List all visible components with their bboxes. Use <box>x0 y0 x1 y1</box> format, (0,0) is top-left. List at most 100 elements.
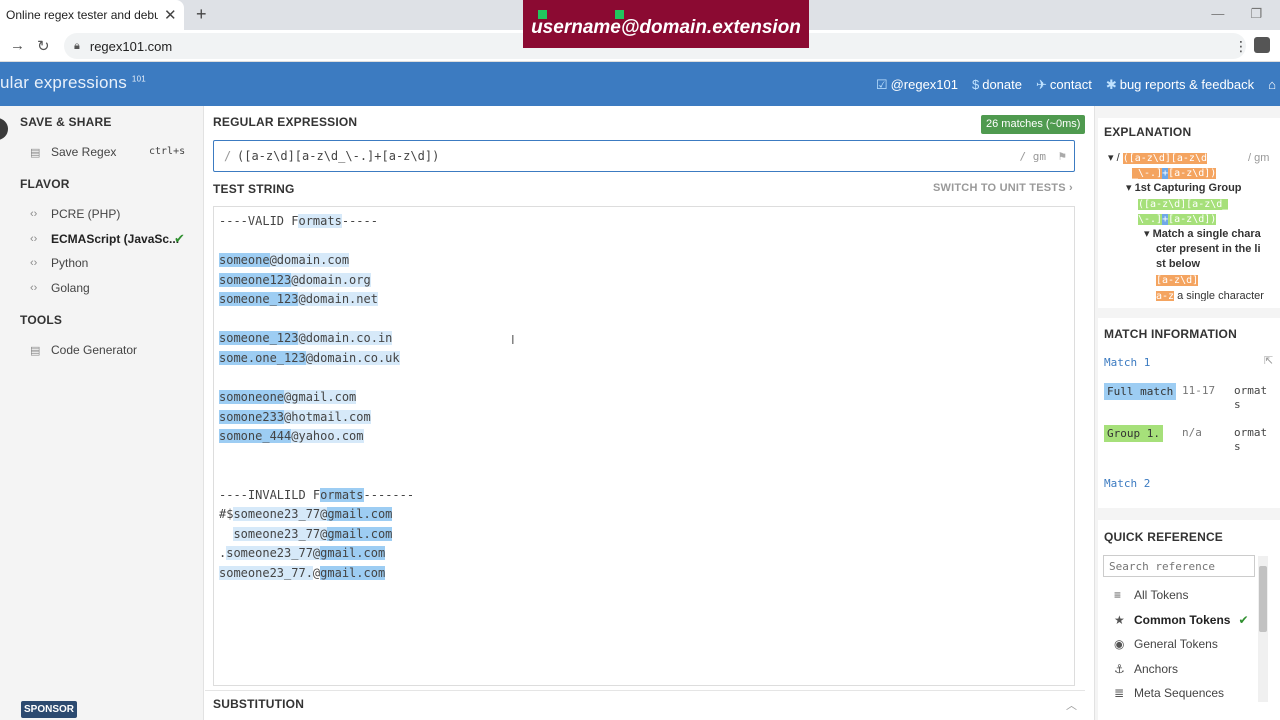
tab-close-icon[interactable]: ✕ <box>164 6 177 24</box>
bank-icon[interactable]: ⌂ <box>1268 77 1276 93</box>
flavor-item-2[interactable]: ‹› Python <box>30 256 88 270</box>
capturing-group-label[interactable]: ▾ 1st Capturing Group <box>1126 181 1242 196</box>
lock-icon: 🔒︎ <box>74 39 80 52</box>
regex-flags[interactable]: / gm <box>1020 150 1047 163</box>
match-highlight-light: @yahoo.com <box>291 429 364 444</box>
code-icon: ‹› <box>30 281 38 294</box>
test-string-heading: TEST STRING <box>213 182 295 196</box>
test-line: somoneone@gmail.com <box>219 389 357 406</box>
star-icon: ★ <box>1114 612 1125 627</box>
header-link-0[interactable]: ☑ @regex101 <box>876 77 958 93</box>
stack-icon: ≣ <box>1114 686 1125 701</box>
switch-unit-tests-link[interactable]: SWITCH TO UNIT TESTS › <box>933 182 1073 194</box>
token-class-end: [a-z\d]) <box>1168 168 1217 179</box>
logo-text: ular expressions <box>0 73 127 92</box>
save-icon: ▤ <box>30 146 41 159</box>
maximize-icon[interactable]: ❐ <box>1250 6 1262 22</box>
token-group-start: ([a-z\d][a-z\d <box>1122 153 1207 164</box>
browser-tab[interactable]: Online regex tester and debugger ✕ <box>0 0 184 30</box>
match-highlight: someone <box>219 253 270 268</box>
forward-icon[interactable]: → <box>10 37 25 54</box>
flavor-item-0[interactable]: ‹› PCRE (PHP) <box>30 207 120 221</box>
reference-item-4[interactable]: ≣ Meta Sequences <box>1114 686 1224 700</box>
code-icon: ▤ <box>30 344 41 357</box>
match-highlight-light: @domain.co.in <box>298 331 393 346</box>
database-icon: ≡ <box>1114 588 1122 602</box>
flag-icon[interactable]: ⚑ <box>1059 149 1066 163</box>
menu-icon[interactable]: ⋮ <box>1234 38 1248 55</box>
range-token: a-z <box>1156 291 1175 301</box>
reference-item-1[interactable]: ★ Common Tokens ✔ <box>1114 613 1249 627</box>
test-line: someone_123@domain.net <box>219 291 378 308</box>
header-link-2[interactable]: ✈ contact <box>1036 77 1092 93</box>
video-overlay-caption: username@domain.extension <box>523 0 809 48</box>
header-link-3[interactable]: ✱ bug reports & feedback <box>1106 77 1254 93</box>
match-highlight-light: @gmail.com <box>284 389 357 404</box>
regex-text[interactable]: ([a-z\d][a-z\d_\-.]+[a-z\d]) <box>237 149 439 163</box>
test-line: #$someone23_77@gmail.com <box>219 506 393 523</box>
regex-input[interactable]: / ([a-z\d][a-z\d_\-.]+[a-z\d]) / gm ⚑ <box>213 140 1075 172</box>
text-cursor-icon: I <box>511 332 515 347</box>
overlay-text: username@domain.extension <box>531 17 801 38</box>
code-generator-item[interactable]: ▤ Code Generator <box>30 343 137 357</box>
class-token: [a-z\d] <box>1156 275 1199 286</box>
test-line: someone123@domain.org <box>219 272 371 289</box>
tools-heading: TOOLS <box>20 313 63 327</box>
match-1-label[interactable]: Match 1 <box>1104 356 1150 369</box>
match-highlight: someone123 <box>219 272 292 287</box>
test-line: ----VALID Formats----- <box>219 213 378 230</box>
group-1-range: n/a <box>1182 426 1202 439</box>
header-link-1[interactable]: $ donate <box>972 77 1022 93</box>
match-highlight: gmail.com <box>327 507 393 522</box>
reference-item-label: Anchors <box>1134 661 1179 676</box>
match-single-label-1[interactable]: ▾ Match a single chara <box>1144 227 1261 242</box>
new-tab-button[interactable]: + <box>196 4 207 25</box>
test-string-editor[interactable]: ----VALID Formats----- someone@domain.com… <box>213 206 1075 686</box>
left-sidebar <box>0 106 204 720</box>
minimize-icon[interactable]: — <box>1211 6 1224 22</box>
group-token: [a-z\d]) <box>1168 214 1217 225</box>
share-icon[interactable]: ⇱ <box>1264 354 1273 367</box>
reference-search-input[interactable] <box>1103 555 1255 577</box>
tab-title: Online regex tester and debugger <box>6 8 158 22</box>
chevron-up-icon[interactable]: ︿ <box>1066 697 1077 713</box>
full-match-value-1: ormat <box>1234 384 1268 397</box>
test-line: .someone23_77@gmail.com <box>219 545 386 562</box>
test-line: someone23_77.@gmail.com <box>219 565 386 582</box>
reference-item-2[interactable]: ◉ General Tokens <box>1114 637 1218 651</box>
site-logo[interactable]: ular expressions 101 <box>0 73 146 93</box>
flavor-label: PCRE (PHP) <box>51 207 121 221</box>
circle-dot-icon: ◉ <box>1114 637 1125 652</box>
send-icon: ✈ <box>1035 77 1047 92</box>
extension-icon[interactable] <box>1254 37 1270 53</box>
reference-item-3[interactable]: ⚓ Anchors <box>1114 662 1178 676</box>
test-line: someone23_77@gmail.com <box>219 526 393 543</box>
reference-item-label: Common Tokens <box>1134 612 1231 627</box>
reference-item-0[interactable]: ≡ All Tokens <box>1114 588 1188 602</box>
substitution-section[interactable]: SUBSTITUTION ︿ <box>205 690 1085 720</box>
plain-text: #$ <box>219 507 234 522</box>
match-highlight-light: someone23_77. <box>219 565 313 580</box>
match-highlight-light: @hotmail.com <box>284 409 371 424</box>
flavor-item-1[interactable]: ‹› ECMAScript (JavaSc... <box>30 232 179 246</box>
group-1-label: Group 1. <box>1104 425 1163 442</box>
explanation-heading: EXPLANATION <box>1104 125 1192 139</box>
group-1-value-1: ormat <box>1234 426 1268 439</box>
save-regex-button[interactable]: ▤ Save Regex <box>30 145 116 159</box>
flavor-item-3[interactable]: ‹› Golang <box>30 281 90 295</box>
match-highlight: some.one_123 <box>219 350 306 365</box>
regex-heading: REGULAR EXPRESSION <box>213 115 358 129</box>
reload-icon[interactable]: ↻ <box>37 37 50 55</box>
explanation-row-regex[interactable]: ▾ / ([a-z\d][a-z\d <box>1108 151 1207 166</box>
substitution-heading: SUBSTITUTION <box>213 697 305 711</box>
match-highlight: gmail.com <box>327 526 393 541</box>
match-highlight: someone_123 <box>219 292 299 307</box>
header-links: ☑ @regex101 $ donate ✈ contact ✱ bug reports & … <box>876 77 1276 93</box>
flavor-label: Golang <box>51 280 90 295</box>
match-2-label[interactable]: Match 2 <box>1104 477 1150 490</box>
sponsor-badge[interactable]: SPONSOR <box>21 701 77 718</box>
quick-reference-panel: QUICK REFERENCE ≡ All Tokens ★ Common Token… <box>1098 520 1280 720</box>
reference-scrollbar-thumb[interactable] <box>1259 566 1267 632</box>
plain-text: ----- <box>341 214 378 228</box>
save-shortcut: ctrl+s <box>149 146 186 157</box>
